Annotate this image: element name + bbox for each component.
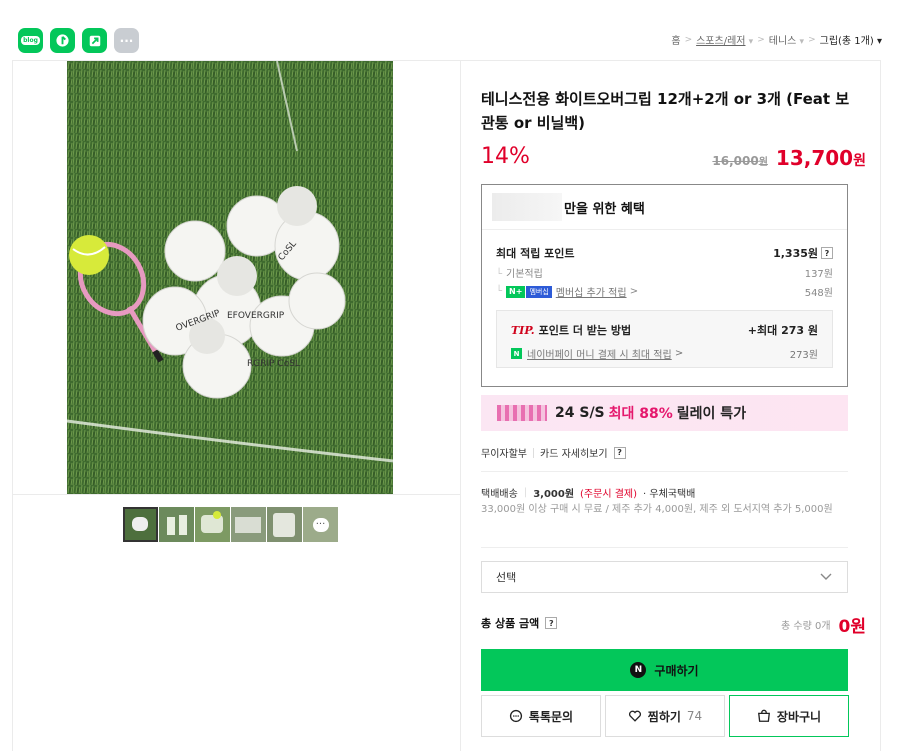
thumbnail[interactable]	[267, 507, 302, 542]
thumbnail-strip: ···	[123, 507, 338, 542]
more-icon: ···	[312, 517, 329, 532]
blurred-username	[492, 193, 562, 221]
help-icon[interactable]: ?	[821, 247, 833, 259]
total-quantity: 총 수량 0개	[781, 621, 831, 632]
original-price: 16,000원	[712, 154, 768, 168]
discount-rate: 14%	[481, 144, 530, 169]
tip-value: +최대 273 원	[747, 324, 818, 337]
cart-icon	[757, 709, 770, 722]
card-detail-link[interactable]: 카드 자세히보기	[540, 445, 608, 460]
basic-points-row: └ 기본적립 137원	[496, 269, 833, 280]
divider	[481, 471, 848, 472]
cart-button[interactable]: 장바구니	[729, 695, 849, 737]
thumbnail-more[interactable]: ···	[303, 507, 338, 542]
share-bar: blog ···	[18, 28, 139, 53]
breadcrumb-sports[interactable]: 스포츠/레저 ▾	[696, 32, 753, 47]
membership-points-row[interactable]: └ N+ 멤버십 멤버십 추가 적립 > 548원	[496, 284, 833, 299]
shipping-row: 택배배송 | 3,000원 (주문시 결제) · 우체국택배	[481, 487, 696, 500]
breadcrumb-home[interactable]: 홈	[671, 32, 680, 47]
breadcrumb-current[interactable]: 그립(총 1개) ▾	[820, 32, 882, 47]
product-title: 테니스전용 화이트오버그립 12개+2개 or 3개 (Feat 보관통 or …	[481, 90, 850, 132]
naverpay-link[interactable]: N 네이버페이 머니 결제 시 최대 적립 >	[511, 346, 683, 361]
breadcrumb-separator-icon: >	[808, 34, 816, 45]
wish-button[interactable]: 찜하기 74	[605, 695, 725, 737]
thumbnail[interactable]	[123, 507, 158, 542]
chevron-down-icon	[820, 573, 832, 580]
breadcrumb-separator-icon: >	[757, 34, 765, 45]
blog-share-icon[interactable]: blog	[18, 28, 43, 53]
benefit-box: 만을 위한 혜택 최대 적립 포인트 1,335원? └ 기본적립 137원 └ N…	[481, 184, 848, 387]
divider	[481, 547, 848, 548]
talk-share-icon[interactable]	[50, 28, 75, 53]
product-image[interactable]: EFOVERGRIP OVERGRIP RGRIP CoSL CoSL	[67, 61, 393, 494]
thumbnail[interactable]	[159, 507, 194, 542]
promo-banner[interactable]: 24 S/S 최대 88% 릴레이 특가	[481, 395, 848, 431]
naverpay-n-icon: N	[630, 662, 647, 678]
svg-text:RGRIP CoSL: RGRIP CoSL	[247, 359, 300, 369]
chat-icon	[509, 709, 522, 723]
thumbnail[interactable]	[195, 507, 230, 542]
column-divider	[460, 60, 461, 751]
help-icon[interactable]: ?	[613, 446, 626, 459]
breadcrumb-tennis[interactable]: 테니스 ▾	[769, 32, 804, 47]
naverpay-value: 273원	[789, 350, 818, 361]
gallery-divider	[12, 494, 460, 495]
help-icon[interactable]: ?	[545, 617, 558, 629]
blog-label: blog	[21, 36, 40, 45]
installment-row: 무이자할부 카드 자세히보기 ?	[481, 445, 626, 460]
tip-label: TIP. 포인트 더 받는 방법	[511, 324, 632, 337]
naver-plus-badge: N+	[506, 285, 526, 298]
total-summary: 총 수량 0개 0원	[781, 612, 866, 637]
tip-box: TIP. 포인트 더 받는 방법 +최대 273 원 N 네이버페이 머니 결제 시…	[496, 310, 833, 368]
price-block: 16,000원 13,700원	[712, 146, 866, 170]
bookmark-share-icon[interactable]	[82, 28, 107, 53]
more-share-icon[interactable]: ···	[114, 28, 139, 53]
option-select[interactable]: 선택	[481, 561, 848, 593]
shipping-note: 33,000원 이상 구매 시 무료 / 제주 추가 4,000원, 제주 외 …	[481, 504, 833, 515]
naverpay-icon: N	[511, 348, 522, 359]
buy-button[interactable]: N 구매하기	[481, 649, 848, 691]
more-label: ···	[119, 33, 134, 48]
svg-text:EFOVERGRIP: EFOVERGRIP	[227, 311, 285, 321]
breadcrumb: 홈 > 스포츠/레저 ▾ > 테니스 ▾ > 그립(총 1개) ▾	[671, 32, 882, 48]
brand-logo	[497, 405, 547, 421]
action-buttons: 톡톡문의 찜하기 74 장바구니	[481, 695, 849, 737]
sale-price: 13,700원	[775, 146, 866, 170]
talk-inquiry-button[interactable]: 톡톡문의	[481, 695, 601, 737]
total-amount: 0원	[838, 617, 866, 637]
benefit-header: 만을 위한 혜택	[482, 185, 847, 230]
max-points-row: 최대 적립 포인트 1,335원?	[496, 245, 833, 261]
breadcrumb-separator-icon: >	[684, 34, 693, 45]
total-label: 총 상품 금액 ?	[481, 615, 558, 631]
membership-badge: 멤버십	[526, 285, 552, 298]
thumbnail[interactable]	[231, 507, 266, 542]
heart-icon	[628, 710, 641, 722]
